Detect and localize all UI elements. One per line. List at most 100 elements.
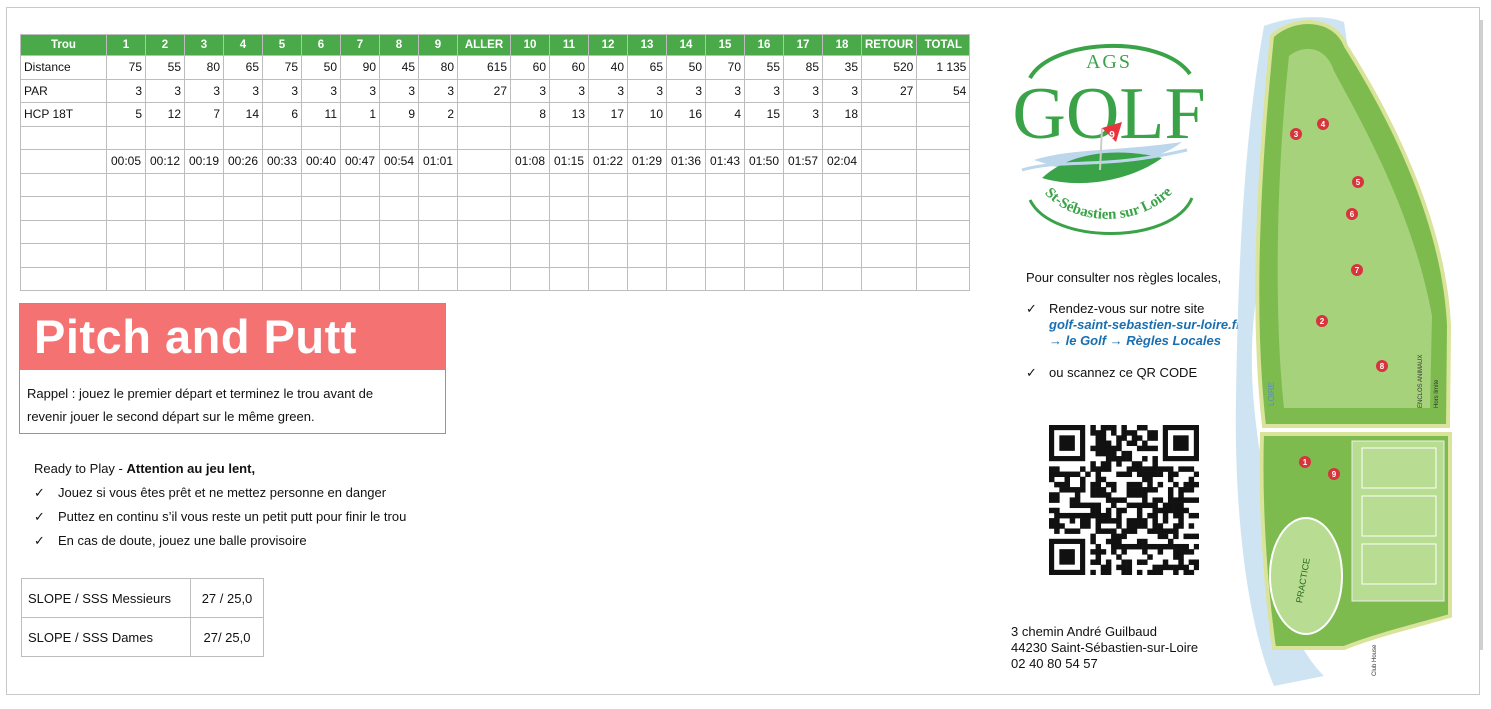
- logo-golf-text: GOLF: [1012, 73, 1205, 155]
- score-cell: 60: [510, 55, 550, 80]
- score-cell: [666, 266, 706, 291]
- score-cell: [20, 243, 107, 268]
- score-cell: [783, 243, 823, 268]
- score-cell: [145, 243, 185, 268]
- score-cell: [822, 196, 862, 221]
- score-cell: [744, 266, 784, 291]
- score-header-cell: 2: [145, 34, 185, 56]
- check-icon: ✓: [34, 485, 45, 500]
- score-cell: [301, 196, 341, 221]
- score-cell: [588, 243, 628, 268]
- rules-path-link[interactable]: → le Golf → Règles Locales: [1049, 333, 1246, 349]
- slope-value: 27/ 25,0: [190, 617, 264, 657]
- score-cell: [588, 172, 628, 197]
- score-cell: 01:08: [510, 149, 550, 174]
- score-cell: 3: [627, 78, 667, 103]
- qr-code[interactable]: [1049, 425, 1199, 575]
- score-cell: [262, 172, 302, 197]
- score-cell: 3: [340, 78, 380, 103]
- ready-to-play-section: Ready to Play - Attention au jeu lent, ✓…: [34, 457, 406, 553]
- score-cell: [379, 172, 419, 197]
- address-phone: 02 40 80 54 57: [1011, 656, 1098, 671]
- reminder-line-1: Rappel : jouez le premier départ et term…: [27, 386, 374, 401]
- score-header-cell: 3: [184, 34, 224, 56]
- score-cell: [262, 219, 302, 244]
- score-cell: [744, 243, 784, 268]
- score-cell: [666, 219, 706, 244]
- score-cell: [860, 149, 918, 174]
- score-cell: [223, 196, 263, 221]
- score-cell: 520: [860, 55, 918, 80]
- score-cell: [223, 219, 263, 244]
- score-cell: HCP 18T: [20, 102, 107, 127]
- score-cell: [705, 243, 745, 268]
- score-cell: [916, 125, 971, 150]
- score-cell: 40: [588, 55, 628, 80]
- score-cell: [860, 266, 918, 291]
- score-cell: [860, 172, 918, 197]
- score-cell: 55: [744, 55, 784, 80]
- score-cell: [145, 196, 185, 221]
- score-cell: [783, 125, 823, 150]
- score-cell: 3: [106, 78, 146, 103]
- score-cell: [627, 219, 667, 244]
- ready-to-play-intro: Ready to Play - Attention au jeu lent,: [34, 461, 256, 476]
- score-row: [20, 172, 971, 197]
- score-row: [20, 243, 971, 268]
- score-cell: [145, 125, 185, 150]
- score-cell: 01:22: [588, 149, 628, 174]
- score-cell: 7: [184, 102, 224, 127]
- course-map: PRACTICE LOIRE ENCLOS ANIMAUX Hors limit…: [1235, 17, 1452, 686]
- score-cell: [666, 172, 706, 197]
- rules-site-link[interactable]: golf-saint-sebastien-sur-loire.fr: [1049, 317, 1246, 333]
- score-cell: [301, 243, 341, 268]
- score-cell: 11: [301, 102, 341, 127]
- score-cell: [705, 125, 745, 150]
- slope-row-men: SLOPE / SSS Messieurs 27 / 25,0: [21, 578, 264, 618]
- score-cell: 00:19: [184, 149, 224, 174]
- score-cell: [705, 172, 745, 197]
- score-cell: [379, 125, 419, 150]
- score-cell: 1: [340, 102, 380, 127]
- score-cell: 2: [418, 102, 458, 127]
- local-rules: Pour consulter nos règles locales, ✓ Ren…: [1026, 270, 1246, 381]
- score-cell: [549, 125, 589, 150]
- score-cell: [145, 219, 185, 244]
- score-cell: [184, 125, 224, 150]
- score-row: [20, 219, 971, 244]
- score-cell: [916, 243, 971, 268]
- score-cell: 3: [588, 78, 628, 103]
- score-cell: [916, 219, 971, 244]
- address-city: 44230 Saint-Sébastien-sur-Loire: [1011, 640, 1199, 655]
- ready-to-play-item: ✓ Jouez si vous êtes prêt et ne mettez pe…: [34, 481, 406, 505]
- score-cell: [106, 125, 146, 150]
- score-cell: 16: [666, 102, 706, 127]
- score-cell: [262, 196, 302, 221]
- score-cell: 3: [783, 102, 823, 127]
- score-row: PAR 3 3 3 3 3 3 3 3 3 27 3 3 3 3 3 3 3 3 3 27 54: [20, 78, 971, 103]
- score-cell: 5: [106, 102, 146, 127]
- score-cell: 3: [223, 78, 263, 103]
- score-cell: [588, 219, 628, 244]
- score-cell: [184, 196, 224, 221]
- score-cell: 3: [379, 78, 419, 103]
- score-cell: 75: [106, 55, 146, 80]
- score-cell: 00:54: [379, 149, 419, 174]
- score-cell: [510, 243, 550, 268]
- score-cell: [916, 149, 971, 174]
- score-cell: 00:40: [301, 149, 341, 174]
- score-row: HCP 18T 5 12 7 14 6 11 1 9 2 8 13 17 10 16 4 15 3 18: [20, 102, 971, 127]
- score-cell: [860, 125, 918, 150]
- score-cell: [106, 196, 146, 221]
- rules-intro: Pour consulter nos règles locales,: [1026, 270, 1222, 285]
- check-icon: ✓: [1026, 365, 1037, 380]
- score-cell: [510, 196, 550, 221]
- score-cell: 60: [549, 55, 589, 80]
- score-cell: [822, 243, 862, 268]
- score-cell: [783, 219, 823, 244]
- score-header-cell: 15: [705, 34, 745, 56]
- score-cell: 3: [510, 78, 550, 103]
- score-cell: 27: [860, 78, 918, 103]
- hors-limite-label: Hors limite: [1434, 379, 1440, 408]
- score-cell: [340, 172, 380, 197]
